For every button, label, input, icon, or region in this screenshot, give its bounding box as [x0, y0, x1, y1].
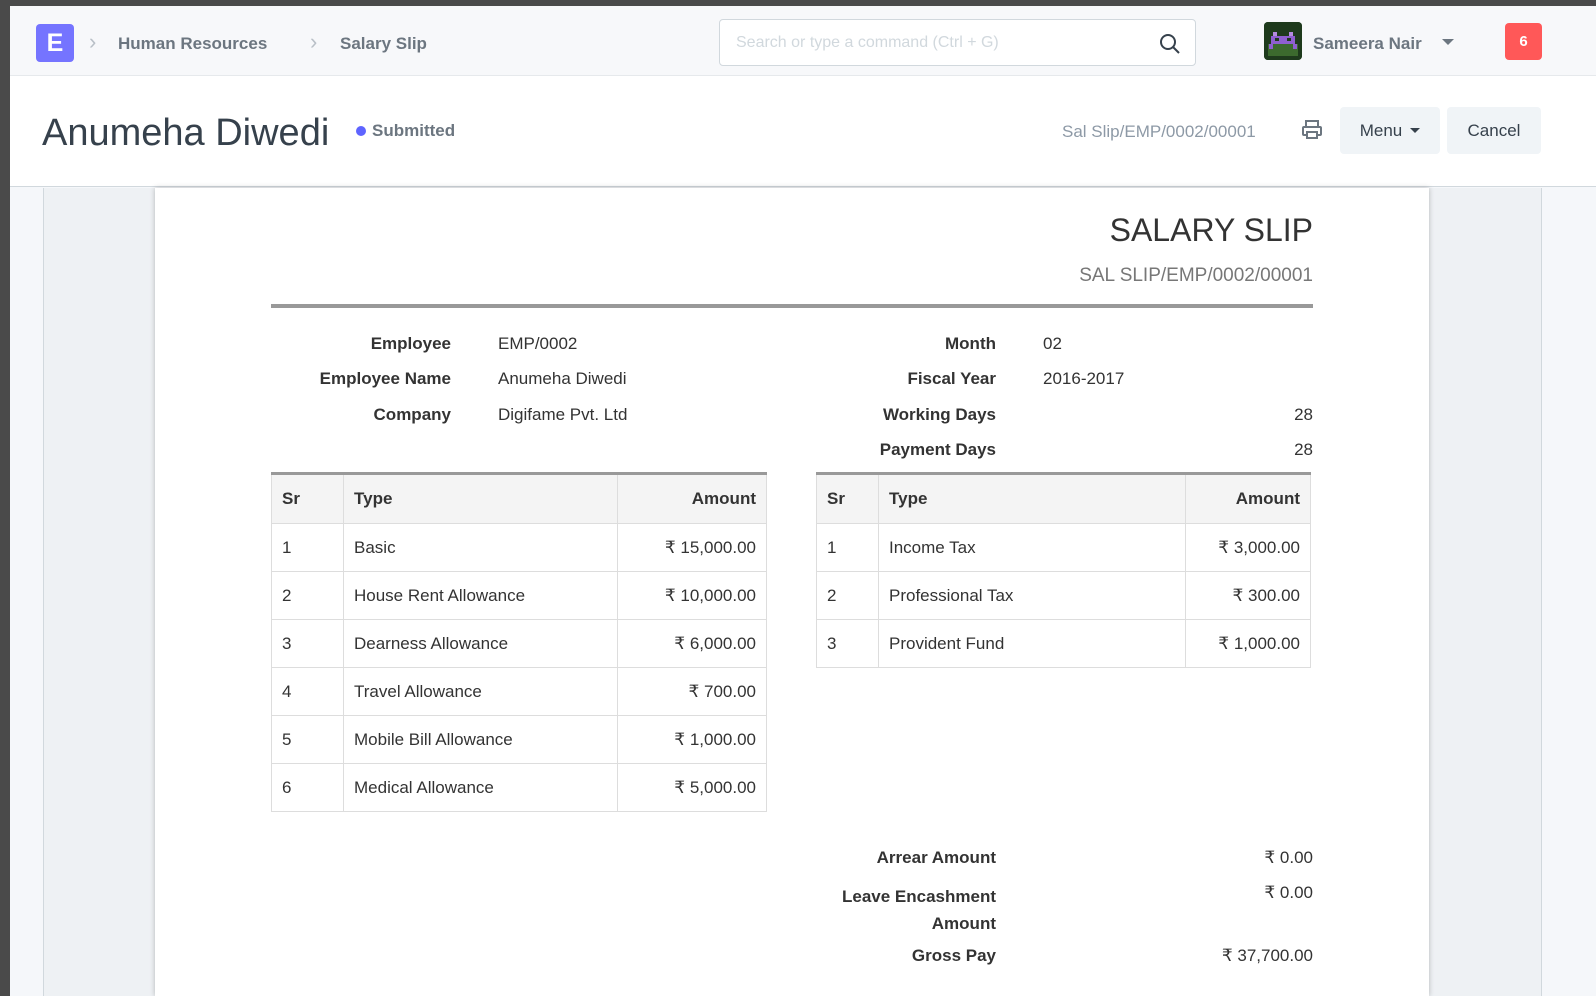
cell-type: Dearness Allowance: [343, 619, 618, 668]
field-value-employee: EMP/0002: [498, 334, 578, 353]
status-badge: Submitted: [372, 121, 456, 140]
cell-amount: ₹ 1,000.00: [617, 715, 767, 764]
search-box: [719, 19, 1196, 66]
avatar-image-icon: [1264, 22, 1302, 60]
cell-amount: ₹ 700.00: [617, 667, 767, 716]
total-label-arrear-amount: Arrear Amount: [876, 848, 996, 867]
column-header-type: Type: [343, 472, 618, 524]
cell-sr: 3: [271, 619, 344, 668]
column-header-sr: Sr: [271, 472, 344, 524]
table-row: 6 Medical Allowance ₹ 5,000.00: [271, 763, 767, 812]
menu-button-label: Menu: [1359, 120, 1403, 140]
table-header-row: Sr Type Amount: [271, 472, 767, 524]
field-label-month: Month: [945, 334, 996, 353]
field-value-company: Digifame Pvt. Ltd: [498, 405, 628, 424]
cell-sr: 2: [271, 571, 344, 620]
cell-type: Mobile Bill Allowance: [343, 715, 618, 764]
cell-sr: 5: [271, 715, 344, 764]
caret-down-icon[interactable]: [1442, 39, 1454, 45]
cancel-button[interactable]: Cancel: [1447, 107, 1541, 154]
cell-amount: ₹ 15,000.00: [617, 523, 767, 572]
caret-down-icon: [1410, 128, 1421, 133]
table-row: 2 Professional Tax ₹ 300.00: [816, 571, 1311, 620]
menu-button[interactable]: Menu: [1340, 107, 1440, 154]
cell-amount: ₹ 10,000.00: [617, 571, 767, 620]
field-value-payment-days: 28: [1294, 440, 1313, 459]
cell-type: Basic: [343, 523, 618, 572]
status-indicator-icon: [356, 126, 366, 136]
cell-sr: 6: [271, 763, 344, 812]
cell-sr: 2: [816, 571, 879, 620]
earnings-table: Sr Type Amount 1 Basic ₹ 15,000.00 2 House …: [271, 472, 767, 812]
cell-amount: ₹ 300.00: [1185, 571, 1311, 620]
total-value-leave-encashment: ₹ 0.00: [1264, 883, 1313, 902]
notification-badge[interactable]: 6: [1505, 23, 1542, 60]
user-menu-name[interactable]: Sameera Nair: [1313, 34, 1422, 54]
print-icon[interactable]: [1300, 118, 1324, 142]
column-header-amount: Amount: [617, 472, 767, 524]
field-label-fiscal-year: Fiscal Year: [907, 369, 996, 388]
cell-type: Medical Allowance: [343, 763, 618, 812]
column-header-amount: Amount: [1185, 472, 1311, 524]
total-label-gross-pay: Gross Pay: [911, 946, 996, 965]
search-input[interactable]: [736, 30, 1136, 56]
cell-amount: ₹ 5,000.00: [617, 763, 767, 812]
chevron-right-icon: ›: [89, 29, 97, 54]
cell-amount: ₹ 3,000.00: [1185, 523, 1311, 572]
table-row: 2 House Rent Allowance ₹ 10,000.00: [271, 571, 767, 620]
field-value-fiscal-year: 2016-2017: [1043, 369, 1125, 388]
breadcrumb-human-resources[interactable]: Human Resources: [118, 34, 267, 54]
app-frame: E › Human Resources › Salary Slip Search…: [10, 6, 1596, 996]
cell-sr: 1: [271, 523, 344, 572]
field-value-working-days: 28: [1294, 405, 1313, 424]
cell-sr: 4: [271, 667, 344, 716]
cell-amount: ₹ 6,000.00: [617, 619, 767, 668]
table-row: 1 Income Tax ₹ 3,000.00: [816, 523, 1311, 572]
cell-type: Income Tax: [878, 523, 1186, 572]
breadcrumb-salary-slip[interactable]: Salary Slip: [340, 34, 427, 54]
navbar: E › Human Resources › Salary Slip Search…: [10, 6, 1596, 76]
page-head: Anumeha Diwedi Submitted Sal Slip/EMP/00…: [10, 76, 1596, 187]
slip-subtitle: SAL SLIP/EMP/0002/00001: [1079, 265, 1313, 286]
search-icon[interactable]: [1159, 33, 1181, 55]
cell-type: House Rent Allowance: [343, 571, 618, 620]
avatar[interactable]: [1264, 22, 1302, 60]
cell-type: Provident Fund: [878, 619, 1186, 668]
field-label-employee-name: Employee Name: [319, 369, 451, 388]
cell-sr: 3: [816, 619, 879, 668]
salary-slip-sheet: SALARY SLIP SAL SLIP/EMP/0002/00001 Empl…: [155, 188, 1429, 996]
table-row: 3 Provident Fund ₹ 1,000.00: [816, 619, 1311, 668]
field-label-working-days: Working Days: [882, 405, 996, 424]
cell-sr: 1: [816, 523, 879, 572]
total-value-gross-pay: ₹ 37,700.00: [1221, 946, 1313, 965]
table-row: 1 Basic ₹ 15,000.00: [271, 523, 767, 572]
page-title: Anumeha Diwedi: [42, 112, 330, 154]
slip-title: SALARY SLIP: [1109, 212, 1313, 248]
table-row: 5 Mobile Bill Allowance ₹ 1,000.00: [271, 715, 767, 764]
total-value-arrear-amount: ₹ 0.00: [1264, 848, 1313, 867]
cell-amount: ₹ 1,000.00: [1185, 619, 1311, 668]
field-label-employee: Employee: [370, 334, 451, 353]
cell-type: Professional Tax: [878, 571, 1186, 620]
divider: [271, 304, 1313, 308]
total-label-leave-encashment: Leave Encashment Amount: [841, 887, 996, 933]
field-value-month: 02: [1043, 334, 1062, 353]
cell-type: Travel Allowance: [343, 667, 618, 716]
table-row: 3 Dearness Allowance ₹ 6,000.00: [271, 619, 767, 668]
column-header-sr: Sr: [816, 472, 879, 524]
app-logo[interactable]: E: [36, 24, 74, 62]
field-label-company: Company: [373, 405, 451, 424]
document-id: Sal Slip/EMP/0002/00001: [1062, 122, 1256, 141]
field-label-payment-days: Payment Days: [879, 440, 996, 459]
deductions-table: Sr Type Amount 1 Income Tax ₹ 3,000.00 2 Pr…: [816, 472, 1311, 668]
table-header-row: Sr Type Amount: [816, 472, 1311, 524]
chevron-right-icon: ›: [310, 29, 318, 54]
column-header-type: Type: [878, 472, 1186, 524]
field-value-employee-name: Anumeha Diwedi: [498, 369, 627, 388]
table-row: 4 Travel Allowance ₹ 700.00: [271, 667, 767, 716]
